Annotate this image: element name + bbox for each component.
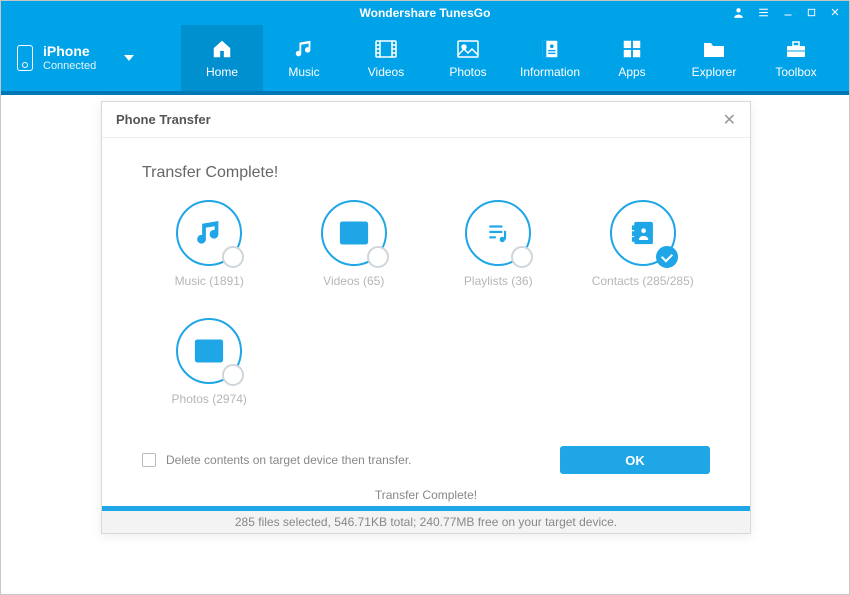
files-summary-text: 285 files selected, 546.71KB total; 240.… [102, 511, 750, 533]
nav-music[interactable]: Music [263, 25, 345, 91]
nav-label: Home [206, 65, 238, 79]
contacts-icon [610, 200, 676, 266]
music-icon [290, 37, 318, 61]
phone-icon [17, 45, 33, 71]
nav-label: Videos [368, 65, 404, 79]
film-icon [372, 37, 400, 61]
dialog-footer: Delete contents on target device then tr… [142, 446, 710, 474]
nav-apps[interactable]: Apps [591, 25, 673, 91]
nav-information[interactable]: Information [509, 25, 591, 91]
phone-transfer-dialog: Phone Transfer ✕ Transfer Complete! Musi… [101, 101, 751, 534]
playlist-icon [465, 200, 531, 266]
image-icon [454, 37, 482, 61]
category-videos[interactable]: Videos (65) [287, 200, 422, 288]
status-badge [367, 246, 389, 268]
dialog-header: Phone Transfer ✕ [102, 102, 750, 138]
nav-label: Explorer [692, 65, 737, 79]
delete-checkbox[interactable] [142, 453, 156, 467]
nav-explorer[interactable]: Explorer [673, 25, 755, 91]
category-label: Photos (2974) [172, 392, 247, 406]
grid-icon [618, 37, 646, 61]
close-icon[interactable] [829, 6, 841, 20]
device-selector[interactable]: iPhone Connected [1, 25, 181, 91]
category-grid: Music (1891) Videos (65) Playlists (36) [142, 200, 710, 406]
checkmark-badge [656, 246, 678, 268]
nav-label: Information [520, 65, 580, 79]
book-icon [536, 37, 564, 61]
delete-checkbox-label: Delete contents on target device then tr… [166, 453, 550, 467]
toolbox-icon [782, 37, 810, 61]
user-icon[interactable] [732, 6, 745, 21]
category-contacts[interactable]: Contacts (285/285) [576, 200, 711, 288]
status-badge [222, 246, 244, 268]
ok-button[interactable]: OK [560, 446, 710, 474]
category-music[interactable]: Music (1891) [142, 200, 277, 288]
status-badge [511, 246, 533, 268]
folder-icon [700, 37, 728, 61]
category-label: Music (1891) [175, 274, 244, 288]
nav-label: Photos [449, 65, 486, 79]
maximize-icon[interactable] [806, 7, 817, 20]
chevron-down-icon [124, 55, 134, 61]
navbar: iPhone Connected Home Music Videos [1, 25, 849, 91]
device-name: iPhone [43, 44, 96, 59]
navbar-underline [1, 91, 849, 95]
minimize-icon[interactable] [782, 6, 794, 20]
film-icon [321, 200, 387, 266]
transfer-heading: Transfer Complete! [142, 164, 710, 182]
nav-home[interactable]: Home [181, 25, 263, 91]
dialog-title: Phone Transfer [116, 112, 723, 127]
device-status: Connected [43, 60, 96, 72]
nav-items: Home Music Videos Photos Information [181, 25, 849, 91]
nav-label: Music [288, 65, 319, 79]
category-label: Contacts (285/285) [592, 274, 694, 288]
music-icon [176, 200, 242, 266]
status-badge [222, 364, 244, 386]
home-icon [208, 37, 236, 61]
nav-label: Apps [618, 65, 645, 79]
category-label: Videos (65) [323, 274, 384, 288]
titlebar: Wondershare TunesGo [1, 1, 849, 25]
transfer-status-text: Transfer Complete! [142, 488, 710, 502]
menu-icon[interactable] [757, 6, 770, 21]
nav-toolbox[interactable]: Toolbox [755, 25, 837, 91]
category-label: Playlists (36) [464, 274, 533, 288]
nav-videos[interactable]: Videos [345, 25, 427, 91]
window-controls [732, 1, 841, 25]
image-icon [176, 318, 242, 384]
close-icon[interactable]: ✕ [723, 110, 736, 130]
category-photos[interactable]: Photos (2974) [142, 318, 277, 406]
nav-photos[interactable]: Photos [427, 25, 509, 91]
app-title: Wondershare TunesGo [360, 6, 491, 20]
category-playlists[interactable]: Playlists (36) [431, 200, 566, 288]
nav-label: Toolbox [775, 65, 816, 79]
